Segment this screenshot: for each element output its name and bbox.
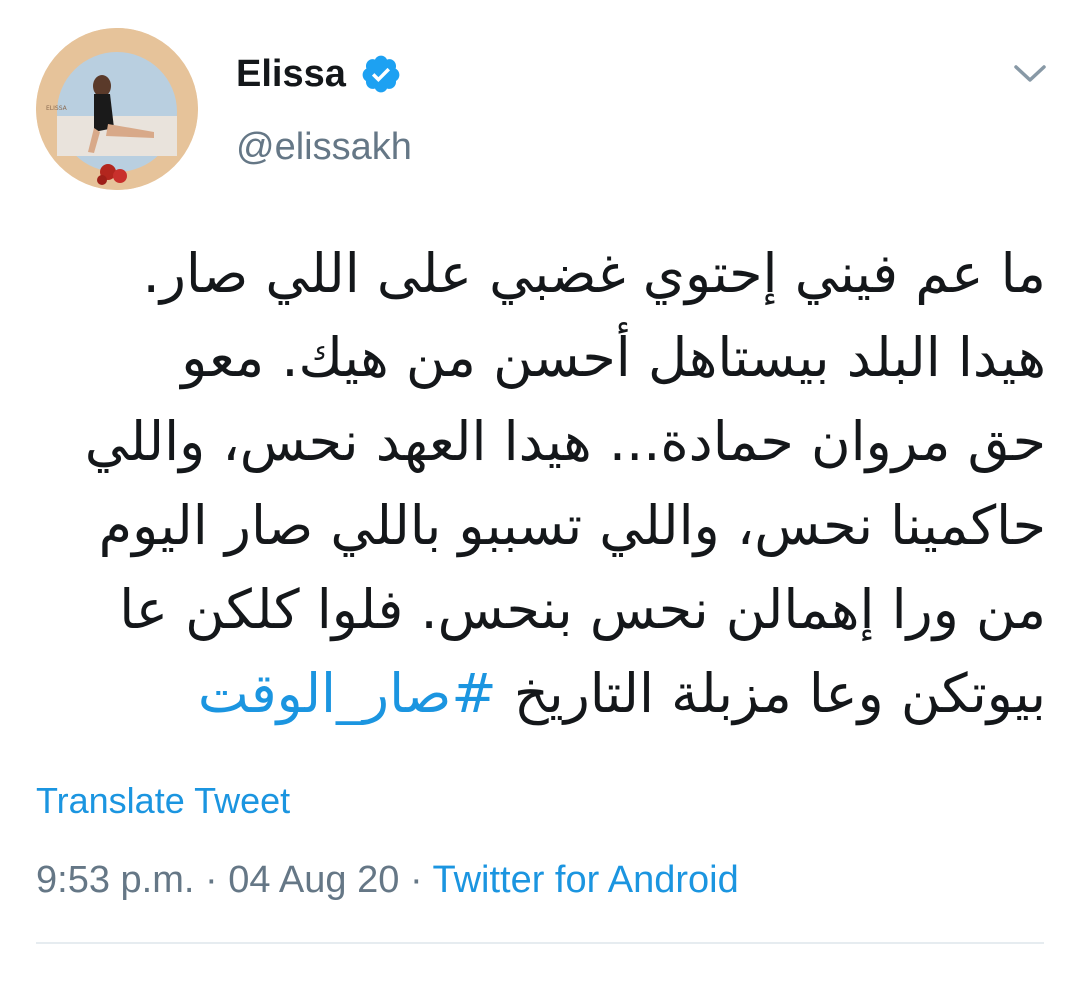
avatar[interactable]: ELISSA (36, 28, 198, 190)
meta-separator: · (409, 859, 423, 901)
divider (36, 942, 1044, 944)
chevron-down-icon[interactable] (1008, 56, 1052, 92)
user-handle[interactable]: @elissakh (236, 122, 412, 172)
avatar-logo-text: ELISSA (46, 105, 68, 112)
tweet-text-line: هيدا البلد بيستاهل أحسن من هيك. معو (181, 326, 1046, 389)
tweet-text-line: من ورا إهمالن نحس بنحس. فلوا كلكن عا (119, 578, 1046, 641)
display-name-text: Elissa (236, 53, 346, 95)
meta-separator: · (204, 859, 218, 901)
avatar-image: ELISSA (36, 28, 198, 190)
tweet-text-line: حاكمينا نحس، واللي تسببو باللي صار اليوم (98, 494, 1046, 557)
tweet-date: 04 Aug 20 (228, 859, 400, 901)
tweet-text-last-words: بيوتكن وعا مزبلة التاريخ (513, 662, 1046, 725)
tweet-text: ما عم فيني إحتوي غضبي على اللي صار. هيدا… (36, 232, 1046, 736)
display-name[interactable]: Elissa (236, 46, 402, 102)
translate-tweet-link[interactable]: Translate Tweet (36, 776, 290, 826)
hashtag-link[interactable]: #صار_الوقت (198, 662, 497, 725)
tweet-text-last-line: بيوتكن وعا مزبلة التاريخ #صار_الوقت (36, 652, 1046, 736)
tweet-card: ELISSA Elissa @elissakh ما عم فيني إحتوي… (0, 0, 1080, 985)
tweet-source-link[interactable]: Twitter for Android (432, 859, 738, 901)
tweet-meta: 9:53 p.m. · 04 Aug 20 · Twitter for Andr… (36, 852, 739, 908)
tweet-time: 9:53 p.m. (36, 859, 195, 901)
verified-badge-icon (360, 53, 402, 95)
tweet-text-line: ما عم فيني إحتوي غضبي على اللي صار. (142, 242, 1046, 305)
tweet-text-line: حق مروان حمادة... هيدا العهد نحس، واللي (84, 410, 1046, 473)
